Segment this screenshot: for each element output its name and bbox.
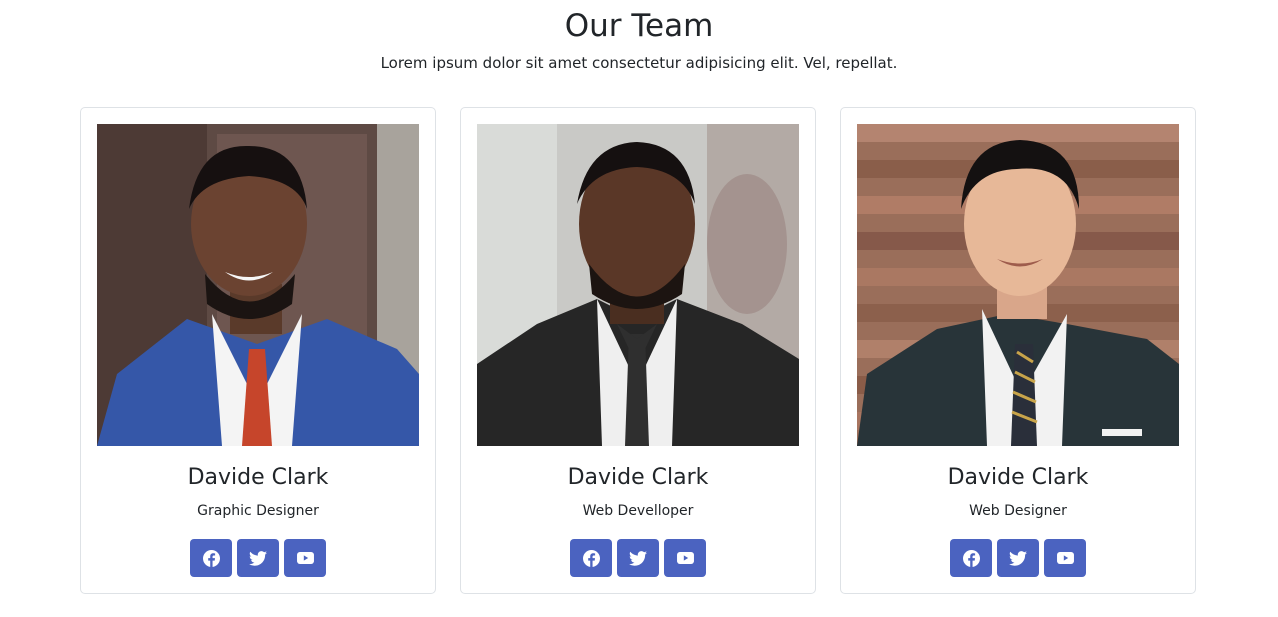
twitter-button[interactable] [997,539,1039,577]
team-card: Davide Clark Web Designer [840,107,1196,594]
social-links [841,539,1195,577]
facebook-button[interactable] [190,539,232,577]
youtube-button[interactable] [284,539,326,577]
facebook-icon [962,549,980,567]
team-member-role: Web Develloper [582,503,694,519]
team-card: Davide Clark Web Develloper [460,107,816,594]
youtube-icon [296,552,314,564]
team-member-name: Davide Clark [567,465,709,490]
facebook-icon [202,549,220,567]
team-member-photo [857,124,1179,446]
twitter-icon [629,550,647,566]
social-links [81,539,435,577]
team-member-photo [477,124,799,446]
team-card: Davide Clark Graphic Designer [80,107,436,594]
page-subtitle: Lorem ipsum dolor sit amet consectetur a… [380,54,898,72]
social-links [461,539,815,577]
youtube-icon [1056,552,1074,564]
youtube-button[interactable] [664,539,706,577]
twitter-button[interactable] [617,539,659,577]
youtube-button[interactable] [1044,539,1086,577]
team-member-role: Web Designer [969,503,1067,519]
facebook-button[interactable] [950,539,992,577]
page-title: Our Team [564,8,714,44]
twitter-icon [1009,550,1027,566]
youtube-icon [676,552,694,564]
team-member-name: Davide Clark [187,465,329,490]
twitter-button[interactable] [237,539,279,577]
team-section: Our Team Lorem ipsum dolor sit amet cons… [0,0,1278,617]
team-member-photo [97,124,419,446]
team-member-role: Graphic Designer [197,503,319,519]
facebook-icon [582,549,600,567]
facebook-button[interactable] [570,539,612,577]
team-member-name: Davide Clark [947,465,1089,490]
twitter-icon [249,550,267,566]
